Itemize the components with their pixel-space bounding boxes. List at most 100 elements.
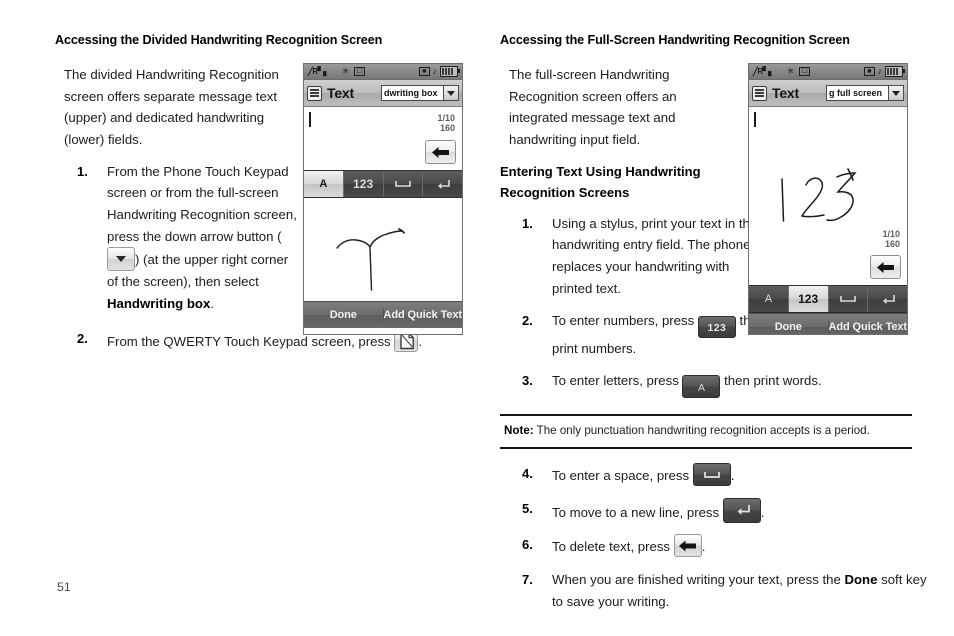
chevron-down-icon[interactable]: [107, 247, 135, 272]
step-number: 1.: [522, 215, 533, 231]
list-item: 3. To enter letters, press A then print …: [500, 370, 912, 398]
step-number: 5.: [522, 500, 533, 516]
left-intro-paragraph: The divided Handwriting Recognition scre…: [64, 67, 279, 148]
phone-status-bar: ╱R▘▖ ✳ ☐ ■ ♪: [749, 64, 907, 80]
key-enter[interactable]: [868, 286, 907, 312]
mode-dropdown[interactable]: g full screen: [826, 85, 904, 101]
message-icon: ☐: [799, 67, 810, 76]
step-number: 4.: [522, 466, 533, 482]
list-item: 5. To move to a new line, press .: [500, 497, 912, 524]
soft-key-done[interactable]: Done: [304, 309, 384, 321]
step-bold-term: Done: [844, 572, 878, 588]
phone-screenshot-fullscreen: ╱R▘▖ ✳ ☐ ■ ♪ Text g full screen 1/10 160…: [748, 63, 908, 335]
phone-soft-keys: Done Add Quick Text: [749, 313, 907, 334]
step-text-before: To delete text, press: [552, 539, 674, 555]
soft-key-add-quick-text[interactable]: Add Quick Text: [384, 309, 462, 321]
phone-status-bar: ╱R▘▖ ✳ ☐ ■ ♪: [304, 64, 462, 80]
backspace-key-icon[interactable]: [870, 255, 901, 279]
message-handwriting-field[interactable]: 1/10 160: [749, 107, 907, 285]
step-number: 6.: [522, 537, 533, 553]
step-text-before: When you are finished writing your text,…: [552, 572, 845, 588]
phone-title: Text: [772, 85, 799, 101]
step-text-after: .: [701, 539, 706, 555]
manual-page: Accessing the Divided Handwriting Recogn…: [0, 0, 954, 636]
phone-title-bar: Text dwriting box: [304, 80, 462, 107]
phone-title-bar: Text g full screen: [749, 80, 907, 107]
step-text-before: From the Phone Touch Keypad screen or fr…: [107, 163, 297, 244]
key-numeric[interactable]: 123: [788, 286, 829, 312]
mode-dropdown[interactable]: dwriting box: [381, 85, 459, 101]
message-icon: ☐: [354, 67, 365, 76]
page-number: 51: [57, 580, 71, 594]
right-subheading: Entering Text Using Handwriting Recognit…: [500, 163, 701, 200]
step-number: 2.: [77, 330, 88, 346]
step-number: 7.: [522, 572, 533, 588]
key-enter[interactable]: [423, 171, 462, 197]
char-counter: 1/10 160: [437, 113, 455, 134]
right-section-heading: Accessing the Full-Screen Handwriting Re…: [500, 33, 850, 47]
note-text: The only punctuation handwriting recogni…: [533, 423, 870, 437]
mode-dropdown-value: dwriting box: [381, 85, 443, 101]
battery-icon: [440, 66, 460, 77]
soft-key-done[interactable]: Done: [749, 321, 829, 333]
message-text-field[interactable]: 1/10 160: [304, 107, 462, 170]
bluetooth-off-icon: ✳: [786, 66, 795, 76]
right-steps-list-bottom: 4. To enter a space, press . 5. To move …: [500, 463, 927, 612]
phone-title: Text: [327, 85, 354, 101]
menu-icon[interactable]: [307, 85, 322, 101]
input-mode-key-row: A 123: [749, 285, 907, 313]
chevron-down-icon[interactable]: [888, 85, 904, 101]
step-text-before: To move to a new line, press: [552, 504, 723, 520]
battery-icon: [885, 66, 905, 77]
phone-screenshot-divided: ╱R▘▖ ✳ ☐ ■ ♪ Text dwriting box 1/10160: [303, 63, 463, 335]
note-box: Note: The only punctuation handwriting r…: [500, 413, 912, 450]
right-intro-paragraph: The full-screen Handwriting Recognition …: [509, 67, 677, 148]
bluetooth-off-icon: ✳: [341, 66, 350, 76]
alpha-key-A-icon[interactable]: A: [682, 374, 721, 398]
step-number: 2.: [522, 313, 533, 329]
list-item: 7. When you are finished writing your te…: [500, 569, 932, 612]
status-right-icons: ■ ♪: [419, 66, 460, 77]
char-counter: 1/10 160: [882, 229, 900, 250]
step-text-after: then print words.: [720, 372, 822, 388]
list-item: 1. Using a stylus, print your text in th…: [500, 213, 767, 300]
key-alpha[interactable]: A: [749, 286, 789, 312]
backspace-key-icon[interactable]: [673, 534, 702, 558]
sound-icon: ♪: [432, 66, 438, 76]
list-item: 1. From the Phone Touch Keypad screen or…: [55, 161, 302, 315]
text-caret: [309, 112, 311, 127]
camera-icon: ■: [864, 67, 875, 76]
step-text-after: .: [760, 504, 765, 520]
step-text-before: From the QWERTY Touch Keypad screen, pre…: [107, 333, 395, 349]
step-number: 3.: [522, 372, 533, 388]
key-space[interactable]: [384, 171, 424, 197]
step-text-before: To enter letters, press: [552, 372, 683, 388]
enter-key-icon[interactable]: [722, 497, 761, 523]
key-space[interactable]: [829, 286, 869, 312]
soft-key-area: Done Add Quick Text: [749, 313, 907, 334]
camera-icon: ■: [419, 67, 430, 76]
step-text-after: .: [210, 295, 214, 311]
step-text: Using a stylus, print your text in the h…: [552, 215, 758, 296]
phone-soft-keys: Done Add Quick Text: [304, 301, 462, 328]
key-alpha[interactable]: A: [304, 171, 344, 197]
list-item: 2. To enter numbers, press 123 then prin…: [500, 310, 782, 360]
handwriting-stroke-T: [336, 228, 405, 291]
list-item: 6. To delete text, press .: [500, 534, 912, 558]
sound-icon: ♪: [877, 66, 883, 76]
key-numeric[interactable]: 123: [344, 171, 384, 197]
numeric-key-123-icon[interactable]: 123: [697, 316, 736, 339]
backspace-key-icon[interactable]: [425, 140, 456, 164]
step-bold-term: Handwriting box: [107, 295, 211, 311]
menu-icon[interactable]: [752, 85, 767, 101]
note-label: Note:: [504, 423, 534, 437]
soft-key-add-quick-text[interactable]: Add Quick Text: [829, 321, 907, 333]
chevron-down-icon[interactable]: [443, 85, 459, 101]
input-mode-key-row: A 123: [304, 170, 462, 198]
list-item: 4. To enter a space, press .: [500, 463, 912, 487]
signal-bars-icon: ╱R▘▖: [308, 67, 329, 76]
step-text-before: To enter a space, press: [552, 468, 693, 484]
space-key-icon[interactable]: [692, 463, 731, 487]
handwriting-canvas[interactable]: Done Add Quick Text: [304, 198, 462, 328]
left-section-heading: Accessing the Divided Handwriting Recogn…: [55, 33, 383, 47]
